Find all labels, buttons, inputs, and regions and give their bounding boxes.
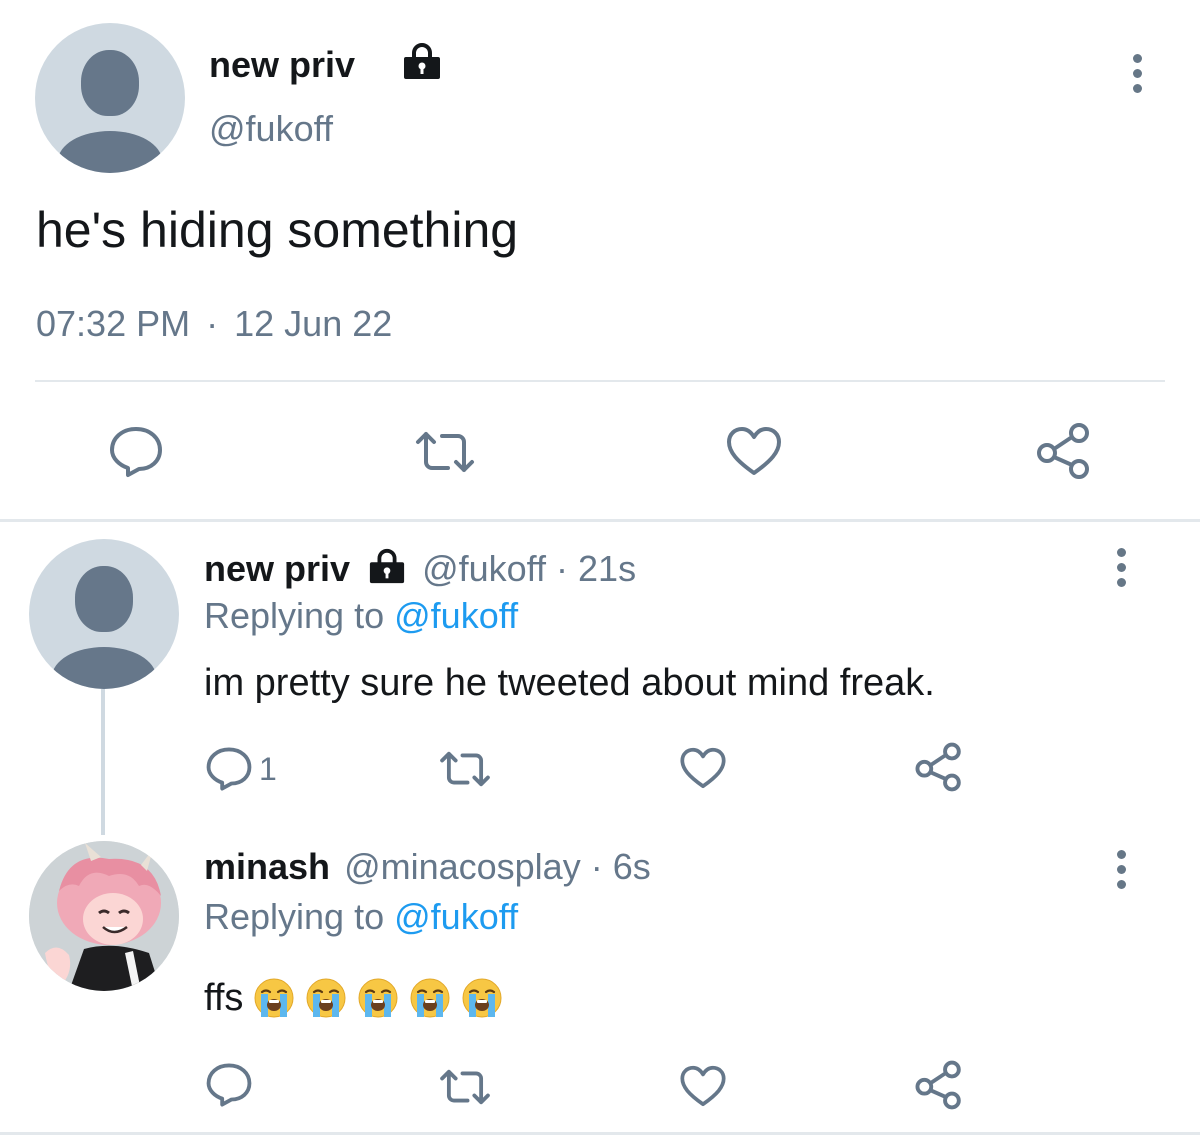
like-icon[interactable] — [679, 1064, 727, 1108]
crying-face-emoji — [305, 977, 347, 1019]
reply-icon[interactable] — [205, 1062, 253, 1108]
section-divider — [0, 519, 1200, 522]
crying-face-emoji — [461, 977, 503, 1019]
avatar[interactable] — [29, 539, 179, 689]
crying-face-emoji — [409, 977, 451, 1019]
replying-to: Replying to @fukoff — [204, 895, 518, 939]
retweet-icon[interactable] — [412, 428, 478, 476]
handle[interactable]: @fukoff — [422, 548, 546, 589]
reply-icon — [205, 746, 253, 792]
separator: · — [206, 303, 219, 344]
mention-link[interactable]: @fukoff — [394, 896, 518, 937]
reply-icon[interactable] — [108, 425, 164, 479]
avatar[interactable] — [29, 841, 179, 991]
handle[interactable]: @fukoff — [209, 107, 333, 151]
reply-button[interactable]: 1 — [205, 746, 277, 792]
display-name[interactable]: new priv — [204, 548, 350, 589]
share-icon[interactable] — [1035, 422, 1093, 480]
bottom-divider — [0, 1132, 1200, 1135]
retweet-icon[interactable] — [437, 1066, 493, 1108]
tweet-text: he's hiding something — [36, 202, 519, 258]
lock-icon — [368, 547, 406, 585]
reply-time: · 6s — [590, 846, 651, 887]
lock-icon — [402, 41, 442, 81]
share-icon[interactable] — [914, 1060, 964, 1110]
like-icon[interactable] — [679, 746, 727, 790]
crying-face-emoji — [253, 977, 295, 1019]
share-icon[interactable] — [914, 742, 964, 792]
mention-link[interactable]: @fukoff — [394, 595, 518, 636]
replying-prefix: Replying to — [204, 896, 385, 937]
display-name[interactable]: new priv — [209, 43, 355, 87]
reply-text: ffs — [204, 975, 503, 1021]
like-icon[interactable] — [725, 425, 783, 477]
replying-to: Replying to @fukoff — [204, 594, 518, 638]
reply-header: new priv @fukoff · 21s — [204, 547, 636, 591]
reply-count: 1 — [259, 750, 277, 787]
handle[interactable]: @minacosplay — [344, 846, 581, 887]
more-vertical-icon[interactable] — [1133, 54, 1142, 99]
thread-line — [101, 689, 105, 835]
reply-text: im pretty sure he tweeted about mind fre… — [204, 662, 935, 704]
reply-text-body: ffs — [204, 977, 244, 1019]
more-vertical-icon[interactable] — [1117, 548, 1126, 593]
reply-time: · 21s — [556, 548, 637, 589]
emoji-row — [243, 977, 503, 1019]
divider — [35, 380, 1165, 382]
reply-header: minash @minacosplay · 6s — [204, 845, 651, 889]
date: 12 Jun 22 — [234, 303, 393, 344]
replying-prefix: Replying to — [204, 595, 385, 636]
display-name[interactable]: minash — [204, 846, 330, 887]
more-vertical-icon[interactable] — [1117, 850, 1126, 895]
retweet-icon[interactable] — [437, 748, 493, 790]
time: 07:32 PM — [36, 303, 191, 344]
crying-face-emoji — [357, 977, 399, 1019]
avatar[interactable] — [35, 23, 185, 173]
timestamp: 07:32 PM · 12 Jun 22 — [36, 303, 392, 345]
